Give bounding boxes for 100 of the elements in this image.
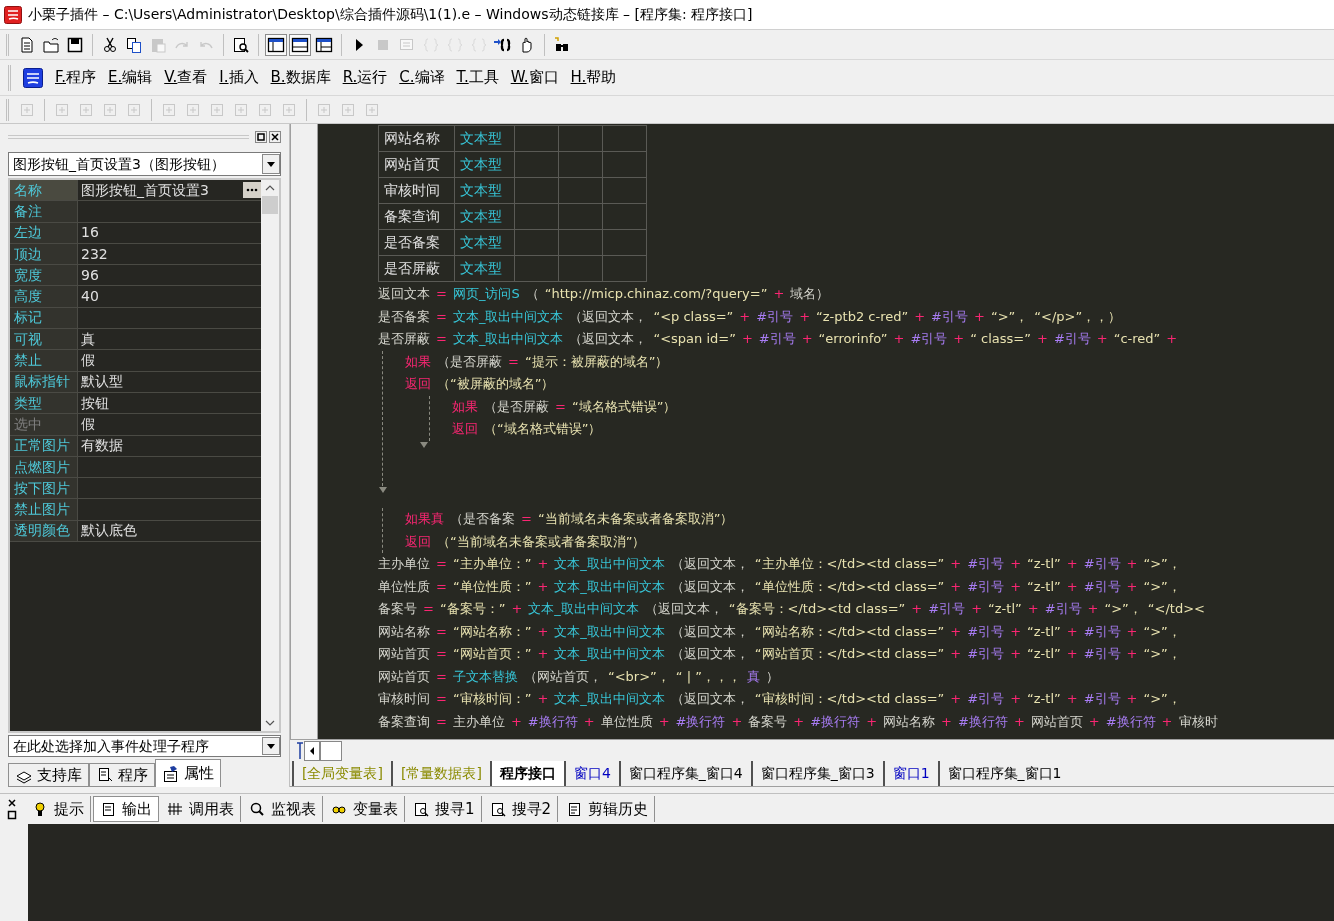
code-token: 主办单位 bbox=[452, 712, 505, 731]
scroll-left-icon[interactable] bbox=[304, 740, 320, 761]
property-value[interactable]: 40 bbox=[81, 286, 261, 308]
code-token: “审核时间：</td><td class=” bbox=[754, 690, 945, 708]
code-token: + bbox=[741, 330, 753, 348]
split-handle-icon[interactable] bbox=[296, 741, 304, 760]
property-name[interactable]: 透明颜色 bbox=[10, 520, 78, 542]
code-token: + bbox=[1010, 555, 1022, 573]
scrollbar[interactable] bbox=[261, 180, 279, 731]
code-token: + bbox=[1013, 712, 1025, 731]
property-name[interactable]: 高度 bbox=[10, 286, 78, 307]
property-name[interactable]: 类型 bbox=[10, 392, 78, 414]
code-token: + bbox=[511, 600, 523, 618]
code-token: “单位性质：</td><td class=” bbox=[754, 577, 945, 596]
table-cell bbox=[603, 152, 647, 178]
menu-item[interactable]: B.数据库 bbox=[270, 66, 331, 89]
close-icon[interactable] bbox=[269, 131, 281, 143]
event-dropdown[interactable]: 在此处选择加入事件处理子程序 bbox=[8, 735, 281, 757]
close-icon[interactable] bbox=[7, 798, 17, 808]
scroll-thumb[interactable] bbox=[262, 196, 278, 214]
output-tab[interactable]: 剪辑历史 bbox=[560, 796, 656, 822]
code-token: + bbox=[911, 600, 923, 618]
property-name[interactable]: 备注 bbox=[10, 201, 78, 222]
code-token: （返回文本， bbox=[670, 622, 749, 641]
menu-item[interactable]: R.运行 bbox=[342, 66, 388, 89]
property-value[interactable]: 按钮 bbox=[81, 392, 261, 414]
menu-item[interactable]: F.程序 bbox=[55, 66, 96, 89]
code-token: 是否屏蔽 bbox=[378, 330, 430, 348]
output-tab[interactable]: 搜寻2 bbox=[483, 796, 559, 822]
code-token: 文本_取出中间文本 bbox=[452, 307, 564, 326]
app-logo-icon bbox=[4, 5, 22, 24]
property-name[interactable]: 按下图片 bbox=[10, 478, 78, 499]
output-tab[interactable]: 变量表 bbox=[325, 796, 405, 822]
code-token: #换行符 bbox=[810, 712, 861, 731]
object-dropdown[interactable]: 图形按钮_首页设置3（图形按钮） bbox=[8, 152, 281, 176]
maximize-icon[interactable] bbox=[255, 131, 267, 143]
property-value[interactable]: 16 bbox=[81, 222, 261, 244]
output-tab[interactable]: 调用表 bbox=[161, 796, 241, 822]
code-token: = bbox=[555, 397, 566, 416]
property-value[interactable]: 默认型 bbox=[81, 371, 261, 393]
code-token: “>”， bbox=[1104, 600, 1142, 618]
maximize-icon[interactable] bbox=[7, 810, 17, 820]
search-icon bbox=[249, 801, 265, 817]
code-token: （是否备案 bbox=[450, 510, 515, 528]
code-token: 单位性质 bbox=[378, 577, 430, 596]
code-token: = bbox=[508, 352, 519, 371]
ellipsis-icon[interactable] bbox=[243, 182, 261, 199]
property-value[interactable]: 默认底色 bbox=[81, 520, 261, 542]
menu-item[interactable]: C.编译 bbox=[399, 66, 445, 89]
property-name[interactable]: 顶边 bbox=[10, 243, 78, 265]
code-token: + bbox=[1126, 622, 1138, 641]
table-cell: 审核时间 bbox=[379, 178, 455, 204]
property-name[interactable]: 宽度 bbox=[10, 265, 78, 286]
table-cell bbox=[515, 256, 559, 282]
property-name[interactable]: 名称 bbox=[10, 180, 78, 201]
property-value[interactable]: 假 bbox=[81, 350, 261, 372]
code-token: #引号 bbox=[756, 307, 794, 326]
output-tab[interactable]: 搜寻1 bbox=[407, 796, 482, 822]
property-name[interactable]: 可视 bbox=[10, 329, 78, 350]
panel-tab[interactable]: 支持库 bbox=[8, 763, 89, 787]
output-tab[interactable]: 输出 bbox=[93, 796, 159, 822]
table-cell bbox=[515, 126, 559, 152]
code-token: = bbox=[436, 307, 447, 326]
menu-item[interactable]: E.编辑 bbox=[108, 66, 153, 89]
property-value[interactable]: 232 bbox=[81, 243, 261, 265]
property-name[interactable]: 左边 bbox=[10, 222, 78, 243]
table-cell bbox=[515, 204, 559, 230]
panel-tab[interactable]: 程序 bbox=[89, 763, 155, 787]
menu-item[interactable]: T.工具 bbox=[456, 66, 499, 89]
code-token: #引号 bbox=[758, 330, 796, 348]
code-token: #引号 bbox=[967, 645, 1005, 663]
code-token: 网站首页 bbox=[378, 667, 430, 686]
property-value[interactable]: 真 bbox=[81, 328, 261, 350]
layout-icon[interactable] bbox=[265, 33, 287, 56]
property-value[interactable]: 图形按钮_首页设置3 bbox=[81, 179, 243, 201]
menu-item[interactable]: H.帮助 bbox=[570, 66, 617, 89]
property-name[interactable]: 正常图片 bbox=[10, 435, 78, 456]
layout-icon[interactable] bbox=[289, 33, 311, 56]
output-tab[interactable]: 监视表 bbox=[243, 796, 323, 822]
menu-item[interactable]: I.插入 bbox=[219, 66, 259, 89]
code-token: + bbox=[799, 307, 811, 326]
property-name[interactable]: 标记 bbox=[10, 307, 78, 329]
code-token: （“域名格式错误”） bbox=[484, 420, 602, 438]
panel-tab[interactable]: 属性 bbox=[155, 759, 221, 787]
editor-tab[interactable]: 程序接口 bbox=[489, 761, 564, 786]
code-token: 文本_取出中间文本 bbox=[554, 555, 665, 573]
code-token: + bbox=[950, 645, 962, 663]
property-name[interactable]: 鼠标指针 bbox=[10, 371, 78, 392]
code-token: + bbox=[1027, 600, 1039, 618]
code-token: + bbox=[537, 622, 549, 641]
menu-item[interactable]: W.窗口 bbox=[510, 66, 559, 89]
property-value[interactable]: 96 bbox=[81, 264, 261, 286]
menu-item[interactable]: V.查看 bbox=[164, 66, 208, 89]
code-token: + bbox=[950, 690, 962, 708]
property-name[interactable]: 禁止 bbox=[10, 350, 78, 371]
property-value[interactable]: 有数据 bbox=[81, 435, 261, 457]
property-name[interactable]: 点燃图片 bbox=[10, 456, 78, 478]
property-name[interactable]: 禁止图片 bbox=[10, 499, 78, 520]
output-tab[interactable]: 提示 bbox=[26, 796, 91, 822]
code-editor[interactable] bbox=[318, 124, 1334, 739]
